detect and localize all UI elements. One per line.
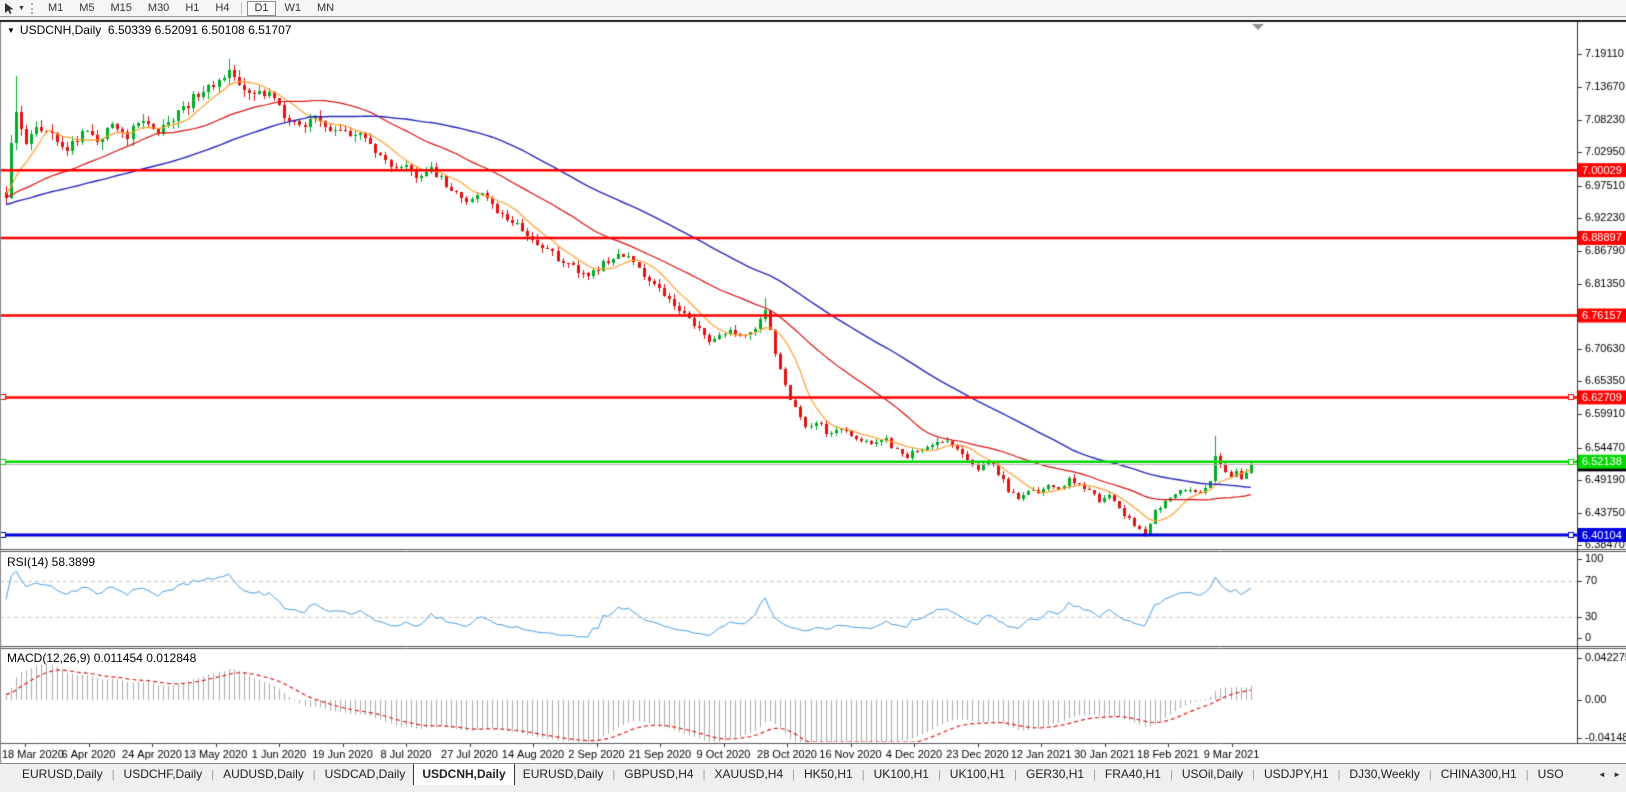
chart-tab-uso[interactable]: USO — [1530, 764, 1572, 785]
toolbar-grip — [31, 3, 33, 14]
symbol-timeframe-quote-label: USDCNH,Daily 6.50339 6.52091 6.50108 6.5… — [20, 23, 292, 37]
timeframe-button-m5[interactable]: M5 — [72, 1, 101, 16]
macd-indicator-label: MACD(12,26,9) 0.011454 0.012848 — [7, 651, 196, 665]
chart-title: ▼ USDCNH,Daily 6.50339 6.52091 6.50108 6.… — [7, 23, 291, 37]
tab-scroll-arrows: ◄ ► — [1593, 770, 1621, 779]
price-chart-canvas[interactable] — [0, 20, 1626, 763]
chart-tab-usdcad-daily[interactable]: USDCAD,Daily — [317, 764, 414, 785]
tool-dropdown-caret-icon[interactable]: ▼ — [18, 5, 25, 12]
chart-tab-fra40-h1[interactable]: FRA40,H1 — [1097, 764, 1169, 785]
toolbar-separator — [241, 2, 242, 15]
chart-tab-audusd-daily[interactable]: AUDUSD,Daily — [215, 764, 312, 785]
timeframe-buttons: M1M5M15M30H1H4 D1W1MN — [40, 0, 342, 17]
timeframe-button-mn[interactable]: MN — [310, 1, 341, 16]
chart-tab-usoil-daily[interactable]: USOil,Daily — [1174, 764, 1251, 785]
rsi-indicator-label: RSI(14) 58.3899 — [7, 555, 95, 569]
cursor-tool-group[interactable]: ▼ — [0, 2, 25, 15]
chart-tab-xauusd-h4[interactable]: XAUUSD,H4 — [706, 764, 791, 785]
chart-tab-china300-h1[interactable]: CHINA300,H1 — [1433, 764, 1525, 785]
chart-tab-uk100-h1[interactable]: UK100,H1 — [866, 764, 937, 785]
chart-window: ▼ USDCNH,Daily 6.50339 6.52091 6.50108 6.… — [0, 20, 1626, 763]
timeframe-button-m30[interactable]: M30 — [141, 1, 176, 16]
top-toolbar: ▼ M1M5M15M30H1H4 D1W1MN — [0, 0, 1626, 17]
chart-tab-eurusd-daily[interactable]: EURUSD,Daily — [515, 764, 612, 785]
timeframe-button-w1[interactable]: W1 — [278, 1, 309, 16]
chart-tab-uk100-h1[interactable]: UK100,H1 — [942, 764, 1013, 785]
tabs-scroll-right-icon[interactable]: ► — [1613, 770, 1621, 779]
chart-tab-hk50-h1[interactable]: HK50,H1 — [796, 764, 861, 785]
mt4-terminal: { "toolbar": { "timeframes": ["M1","M5",… — [0, 0, 1626, 792]
chart-tab-usdjpy-h1[interactable]: USDJPY,H1 — [1256, 764, 1336, 785]
timeframe-button-h1[interactable]: H1 — [178, 1, 206, 16]
chart-tab-usdchf-daily[interactable]: USDCHF,Daily — [116, 764, 211, 785]
chart-tab-eurusd-daily[interactable]: EURUSD,Daily — [14, 764, 111, 785]
timeframe-button-d1[interactable]: D1 — [247, 1, 275, 16]
cursor-tool-icon[interactable] — [3, 2, 16, 15]
timeframe-button-m15[interactable]: M15 — [104, 1, 139, 16]
chart-tab-ger30-h1[interactable]: GER30,H1 — [1018, 764, 1092, 785]
timeframe-button-m1[interactable]: M1 — [41, 1, 70, 16]
chart-tabs-bar: EURUSD,Daily|USDCHF,Daily|AUDUSD,Daily|U… — [0, 763, 1626, 785]
chart-tabs: EURUSD,Daily|USDCHF,Daily|AUDUSD,Daily|U… — [0, 764, 1586, 785]
chart-tab-dj30-weekly[interactable]: DJ30,Weekly — [1341, 764, 1427, 785]
chart-tab-usdcnh-daily[interactable]: USDCNH,Daily — [413, 764, 514, 785]
title-collapse-icon[interactable]: ▼ — [7, 26, 15, 35]
timeframe-button-h4[interactable]: H4 — [208, 1, 236, 16]
tabs-scroll-left-icon[interactable]: ◄ — [1598, 770, 1606, 779]
chart-tab-gbpusd-h4[interactable]: GBPUSD,H4 — [616, 764, 701, 785]
